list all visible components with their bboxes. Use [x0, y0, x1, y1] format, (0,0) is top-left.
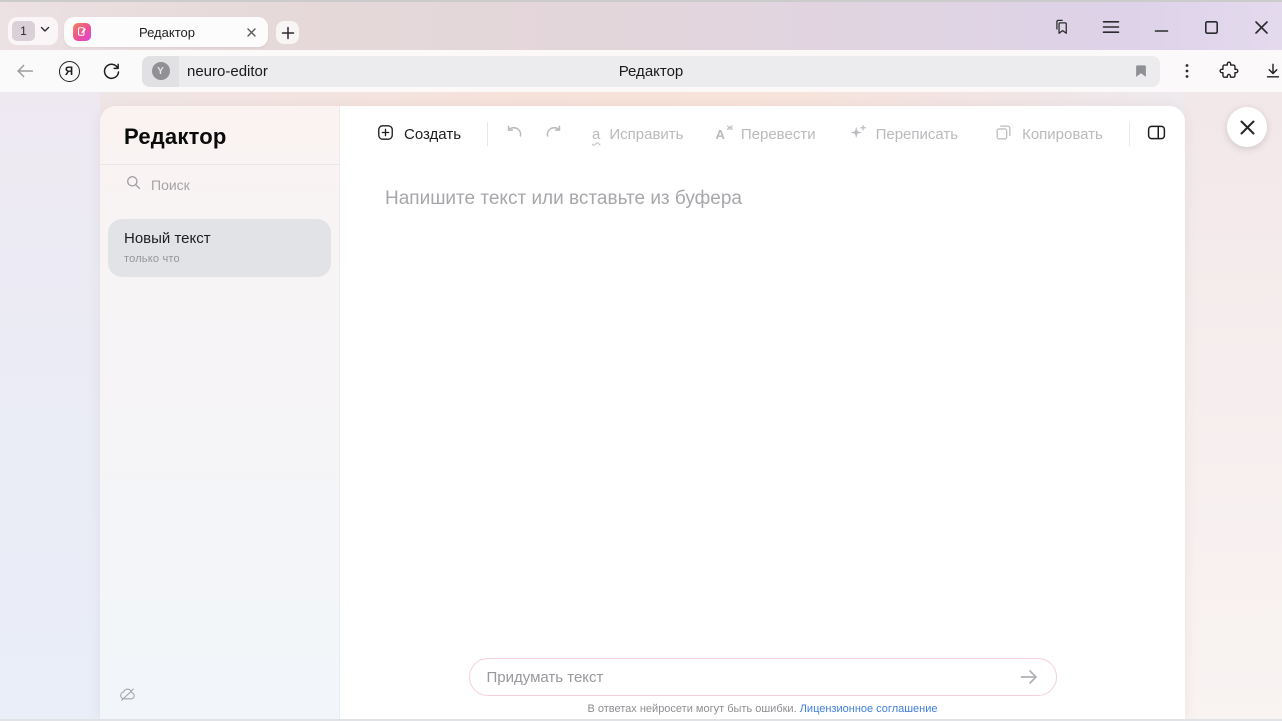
extensions-icon[interactable] [1216, 58, 1242, 84]
editor-toolbar: Создать [340, 106, 1185, 162]
address-bar[interactable]: Y neuro-editor Редактор [142, 56, 1160, 87]
window-controls [1050, 11, 1272, 43]
editor-app-card: Редактор Поиск Новый текст только что [100, 106, 1185, 721]
chevron-down-icon [39, 22, 51, 40]
side-panel-icon [1146, 122, 1167, 147]
url-text: neuro-editor [187, 63, 268, 80]
undo-button[interactable] [504, 123, 526, 145]
tab-group-count: 1 [12, 21, 35, 41]
rewrite-button[interactable]: Переписать [848, 123, 959, 146]
text-editor-area[interactable]: Напишите текст или вставьте из буфера [340, 162, 1185, 658]
background-gradient-left [0, 92, 100, 721]
plus-square-icon [376, 123, 395, 146]
create-button[interactable]: Создать [376, 123, 461, 146]
bookmarks-panel-icon[interactable] [1050, 16, 1072, 38]
prompt-placeholder: Придумать текст [487, 669, 1014, 686]
tab-favicon-icon [73, 23, 91, 41]
cloud-off-icon [118, 691, 137, 708]
browser-window: 1 Редактор [0, 0, 1282, 721]
search-input[interactable]: Поиск [100, 165, 339, 205]
page-title: Редактор [142, 63, 1160, 80]
menu-icon[interactable] [1100, 16, 1122, 38]
prompt-input[interactable]: Придумать текст [469, 658, 1057, 696]
tab-strip: 1 Редактор [0, 0, 1282, 50]
close-page-button[interactable] [1227, 107, 1267, 147]
maximize-icon[interactable] [1200, 16, 1222, 38]
new-tab-button[interactable] [276, 21, 299, 44]
translate-icon: Aж [715, 128, 731, 141]
editor-main: Создать [340, 106, 1185, 721]
browser-tab-editor[interactable]: Редактор [64, 17, 268, 47]
toolbar-divider [1129, 122, 1130, 146]
minimize-icon[interactable] [1150, 16, 1172, 38]
background-gradient-right [1185, 92, 1282, 721]
back-icon[interactable] [12, 58, 38, 84]
document-title: Новый текст [124, 230, 315, 247]
app-logo: Редактор [100, 106, 339, 150]
tab-title: Редактор [91, 25, 243, 40]
ai-disclaimer: В ответах нейросети могут быть ошибки. Л… [340, 703, 1185, 715]
document-list-item-selected[interactable]: Новый текст только что [108, 219, 331, 277]
sidebar: Редактор Поиск Новый текст только что [100, 106, 340, 721]
redo-button[interactable] [542, 123, 564, 145]
kebab-menu-icon[interactable] [1174, 58, 1200, 84]
toolbar-divider [487, 122, 488, 146]
tab-group-chip[interactable]: 1 [8, 17, 58, 45]
sync-status [118, 685, 137, 709]
spellcheck-icon: a [592, 127, 600, 142]
site-favicon-icon: Y [152, 62, 170, 80]
search-placeholder: Поиск [151, 177, 190, 193]
copy-icon [994, 123, 1013, 146]
license-agreement-link[interactable]: Лицензионное соглашение [800, 703, 938, 715]
reload-icon[interactable] [98, 58, 124, 84]
bookmark-icon[interactable] [1132, 62, 1150, 85]
page-background: Редактор Поиск Новый текст только что [0, 92, 1282, 721]
tab-close-icon[interactable] [243, 24, 259, 40]
sparkles-icon [848, 123, 867, 146]
document-timestamp: только что [124, 253, 315, 265]
side-panel-toggle-button[interactable] [1146, 122, 1167, 147]
submit-prompt-button[interactable] [1014, 662, 1044, 692]
site-favicon-chip: Y [142, 56, 179, 87]
translate-button[interactable]: Aж Перевести [715, 126, 815, 143]
browser-toolbar: Я Y neuro-editor Редактор [0, 50, 1282, 92]
copy-button[interactable]: Копировать [994, 123, 1103, 146]
close-window-icon[interactable] [1250, 16, 1272, 38]
fix-button[interactable]: a Исправить [592, 126, 683, 143]
editor-placeholder: Напишите текст или вставьте из буфера [385, 188, 1145, 210]
disclaimer-text: В ответах нейросети могут быть ошибки. [587, 703, 796, 715]
yandex-home-icon[interactable]: Я [56, 58, 82, 84]
prompt-area: Придумать текст В ответах нейросети могу… [340, 658, 1185, 721]
downloads-icon[interactable] [1260, 58, 1282, 84]
search-icon [125, 174, 142, 196]
